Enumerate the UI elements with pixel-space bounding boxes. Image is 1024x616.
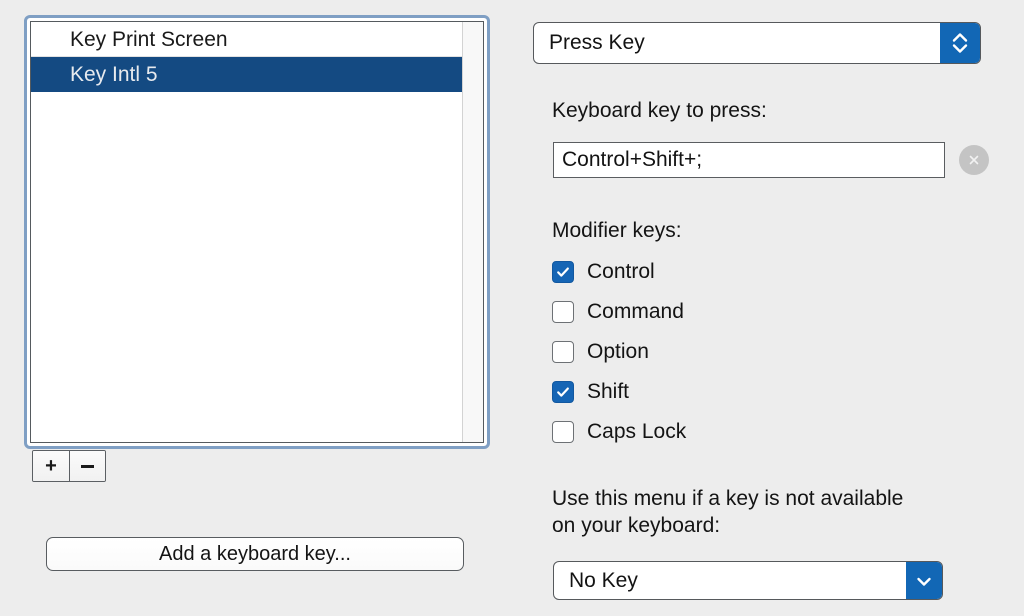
list-item[interactable]: Key Intl 5 <box>31 57 462 92</box>
modifier-keys-label: Modifier keys: <box>552 219 682 242</box>
list-edit-buttons: + <box>32 450 106 482</box>
checkbox-label-caps-lock: Caps Lock <box>587 420 687 443</box>
key-list-focus-ring: Key Print Screen Key Intl 5 <box>24 15 490 449</box>
fallback-key-popup-button[interactable]: No Key <box>553 561 943 600</box>
checkbox-label-command: Command <box>587 300 684 323</box>
left-panel: Key Print Screen Key Intl 5 + Add a keyb… <box>0 0 512 616</box>
checkbox-command[interactable] <box>552 301 574 323</box>
action-popup-value: Press Key <box>549 31 645 54</box>
key-list-box[interactable]: Key Print Screen Key Intl 5 <box>30 21 484 443</box>
clear-icon[interactable] <box>959 145 989 175</box>
chevron-down-icon <box>906 562 942 599</box>
checkbox-row-shift[interactable]: Shift <box>552 372 686 412</box>
checkbox-row-control[interactable]: Control <box>552 252 686 292</box>
key-list-scrollbar[interactable] <box>462 22 483 442</box>
add-a-keyboard-key-button[interactable]: Add a keyboard key... <box>46 537 464 571</box>
chevron-up-down-icon <box>940 23 980 63</box>
fallback-key-popup-value: No Key <box>569 568 638 592</box>
checkbox-caps-lock[interactable] <box>552 421 574 443</box>
checkbox-label-shift: Shift <box>587 380 630 403</box>
modifier-keys-group: Control Command Option Shift Caps Lock <box>552 252 686 452</box>
plus-icon: + <box>45 454 57 477</box>
key-list-rows: Key Print Screen Key Intl 5 <box>31 22 462 442</box>
keyboard-key-input-value: Control+Shift+; <box>562 148 703 171</box>
checkbox-label-control: Control <box>587 260 655 283</box>
checkbox-row-caps-lock[interactable]: Caps Lock <box>552 412 686 452</box>
action-popup-button[interactable]: Press Key <box>533 22 981 64</box>
checkbox-control[interactable] <box>552 261 574 283</box>
checkbox-shift[interactable] <box>552 381 574 403</box>
keyboard-key-input[interactable]: Control+Shift+; <box>553 142 945 178</box>
checkbox-label-option: Option <box>587 340 649 363</box>
add-a-keyboard-key-label: Add a keyboard key... <box>159 542 351 565</box>
list-item[interactable]: Key Print Screen <box>31 22 462 57</box>
minus-icon <box>81 464 94 468</box>
checkbox-row-option[interactable]: Option <box>552 332 686 372</box>
right-panel: Press Key Keyboard key to press: Control… <box>512 0 1024 616</box>
remove-key-button[interactable] <box>69 451 105 481</box>
checkbox-row-command[interactable]: Command <box>552 292 686 332</box>
keyboard-key-to-press-label: Keyboard key to press: <box>552 99 767 122</box>
fallback-menu-help-text: Use this menu if a key is not available … <box>552 487 904 537</box>
checkbox-option[interactable] <box>552 341 574 363</box>
add-key-button[interactable]: + <box>33 451 69 481</box>
